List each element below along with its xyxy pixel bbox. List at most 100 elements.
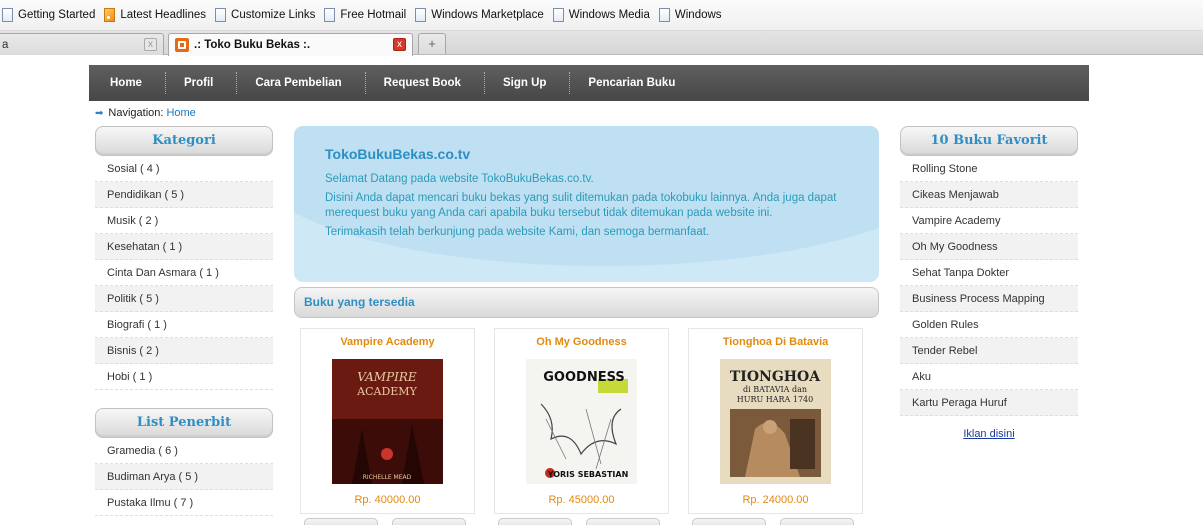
product-price: Rp. 40000.00 (354, 494, 421, 506)
product-buy-button[interactable] (586, 518, 660, 525)
publisher-list: Gramedia ( 6 ) Budiman Arya ( 5 ) Pustak… (95, 438, 273, 516)
favorite-item[interactable]: Golden Rules (900, 312, 1078, 338)
svg-text:di BATAVIA dan: di BATAVIA dan (743, 385, 807, 394)
page-icon (2, 8, 13, 22)
page-viewport: Home Profil Cara Pembelian Request Book … (0, 56, 1203, 525)
product-detail-button[interactable] (498, 518, 572, 525)
bookmark-label: Windows Media (568, 9, 650, 21)
category-item[interactable]: Kesehatan ( 1 ) (95, 234, 273, 260)
breadcrumb: ➡ Navigation: Home (95, 107, 196, 119)
publishers-heading: List Penerbit (95, 408, 273, 438)
svg-text:YORIS SEBASTIAN: YORIS SEBASTIAN (547, 470, 629, 479)
categories-heading: Kategori (95, 126, 273, 156)
nav-pencarian-buku[interactable]: Pencarian Buku (570, 72, 698, 94)
nav-sign-up[interactable]: Sign Up (485, 72, 571, 94)
bookmark-windows-marketplace[interactable]: Windows Marketplace (415, 8, 544, 22)
favorite-item[interactable]: Business Process Mapping (900, 286, 1078, 312)
page-icon (215, 8, 227, 22)
nav-request-book[interactable]: Request Book (366, 72, 485, 94)
bookmark-getting-started[interactable]: Getting Started (2, 8, 95, 22)
left-sidebar: Kategori Sosial ( 4 ) Pendidikan ( 5 ) M… (95, 126, 273, 516)
bookmarks-toolbar: Getting Started Latest Headlines Customi… (0, 0, 1203, 31)
favorite-item[interactable]: Rolling Stone (900, 156, 1078, 182)
browser-window: Getting Started Latest Headlines Customi… (0, 0, 1203, 525)
site-favicon-icon (175, 38, 189, 52)
product-detail-button[interactable] (304, 518, 378, 525)
publisher-item[interactable]: Budiman Arya ( 5 ) (95, 464, 273, 490)
advertise-link[interactable]: Iklan disini (900, 428, 1078, 440)
main-navbar: Home Profil Cara Pembelian Request Book … (89, 65, 1089, 101)
breadcrumb-prefix: Navigation: (108, 107, 164, 119)
welcome-title: TokoBukuBekas.co.tv (325, 146, 471, 162)
svg-text:ACADEMY: ACADEMY (356, 385, 417, 398)
product-buy-button[interactable] (392, 518, 466, 525)
product-card[interactable]: Tionghoa Di Batavia TIONGHOA di BATAVIA … (688, 328, 863, 514)
bookmark-label: Free Hotmail (340, 9, 407, 21)
svg-text:VAMPIRE: VAMPIRE (357, 370, 417, 384)
bookmark-customize-links[interactable]: Customize Links (215, 8, 315, 22)
product-card[interactable]: Vampire Academy VAMPIRE ACADEMY RICHELLE… (300, 328, 475, 514)
tab-toko-buku-bekas[interactable]: .: Toko Buku Bekas :. x (168, 33, 413, 56)
product-price: Rp. 24000.00 (742, 494, 809, 506)
breadcrumb-link-home[interactable]: Home (166, 107, 195, 119)
close-tab-icon[interactable]: x (144, 38, 157, 51)
favorite-item[interactable]: Vampire Academy (900, 208, 1078, 234)
bookmark-windows-media[interactable]: Windows Media (552, 8, 650, 22)
product-title[interactable]: Vampire Academy (301, 336, 474, 348)
favorite-item[interactable]: Sehat Tanpa Dokter (900, 260, 1078, 286)
close-tab-icon[interactable]: x (393, 38, 406, 51)
category-item[interactable]: Hobi ( 1 ) (95, 364, 273, 390)
page-icon (658, 8, 670, 22)
bookmark-label: Windows (674, 9, 722, 21)
book-cover-image[interactable]: TIONGHOA di BATAVIA dan HURU HARA 1740 (720, 359, 831, 484)
category-list: Sosial ( 4 ) Pendidikan ( 5 ) Musik ( 2 … (95, 156, 273, 390)
favorite-item[interactable]: Tender Rebel (900, 338, 1078, 364)
welcome-paragraph: Disini Anda dapat mencari buku bekas yan… (325, 192, 837, 219)
favorite-item[interactable]: Kartu Peraga Huruf (900, 390, 1078, 416)
product-detail-button[interactable] (692, 518, 766, 525)
bookmark-windows[interactable]: Windows (658, 8, 722, 22)
new-tab-button[interactable]: + (418, 33, 446, 54)
bookmark-latest-headlines[interactable]: Latest Headlines (104, 8, 206, 22)
nav-cara-pembelian[interactable]: Cara Pembelian (237, 72, 366, 94)
right-sidebar: 10 Buku Favorit Rolling Stone Cikeas Men… (900, 126, 1078, 440)
book-cover-image[interactable]: GOODNESS YORIS SEBASTIAN (526, 359, 637, 484)
svg-text:TIONGHOA: TIONGHOA (730, 369, 821, 385)
category-item[interactable]: Sosial ( 4 ) (95, 156, 273, 182)
svg-text:GOODNESS: GOODNESS (543, 370, 624, 385)
tab-inactive[interactable]: a x (0, 33, 164, 55)
svg-text:HURU HARA 1740: HURU HARA 1740 (737, 395, 813, 404)
favorite-item[interactable]: Cikeas Menjawab (900, 182, 1078, 208)
nav-profil[interactable]: Profil (166, 72, 238, 94)
tab-strip: a x .: Toko Buku Bekas :. x + (0, 31, 1203, 56)
welcome-paragraph: Terimakasih telah berkunjung pada websit… (325, 226, 710, 238)
bookmark-label: Latest Headlines (120, 9, 207, 21)
category-item[interactable]: Pendidikan ( 5 ) (95, 182, 273, 208)
product-grid: Vampire Academy VAMPIRE ACADEMY RICHELLE… (300, 328, 875, 525)
product-buy-button[interactable] (780, 518, 854, 525)
favorite-item[interactable]: Aku (900, 364, 1078, 390)
product-title[interactable]: Tionghoa Di Batavia (689, 336, 862, 348)
arrow-right-icon: ➡ (95, 107, 104, 119)
category-item[interactable]: Bisnis ( 2 ) (95, 338, 273, 364)
product-price: Rp. 45000.00 (548, 494, 615, 506)
rss-icon (104, 8, 116, 22)
page-icon (552, 8, 564, 22)
category-item[interactable]: Politik ( 5 ) (95, 286, 273, 312)
book-cover-image[interactable]: VAMPIRE ACADEMY RICHELLE MEAD (332, 359, 443, 484)
nav-home[interactable]: Home (92, 72, 166, 94)
favorite-list: Rolling Stone Cikeas Menjawab Vampire Ac… (900, 156, 1078, 416)
product-title[interactable]: Oh My Goodness (495, 336, 668, 348)
category-item[interactable]: Cinta Dan Asmara ( 1 ) (95, 260, 273, 286)
category-item[interactable]: Biografi ( 1 ) (95, 312, 273, 338)
publisher-box: List Penerbit Gramedia ( 6 ) Budiman Ary… (95, 408, 273, 516)
publisher-item[interactable]: Gramedia ( 6 ) (95, 438, 273, 464)
bookmark-label: Customize Links (231, 9, 316, 21)
bookmark-free-hotmail[interactable]: Free Hotmail (324, 8, 406, 22)
publisher-item[interactable]: Pustaka Ilmu ( 7 ) (95, 490, 273, 516)
favorite-item[interactable]: Oh My Goodness (900, 234, 1078, 260)
category-item[interactable]: Musik ( 2 ) (95, 208, 273, 234)
tab-label: .: Toko Buku Bekas :. (194, 39, 311, 51)
bookmark-label: Windows Marketplace (431, 9, 544, 21)
product-card[interactable]: Oh My Goodness GOODNESS YORIS SEBASTIAN (494, 328, 669, 514)
